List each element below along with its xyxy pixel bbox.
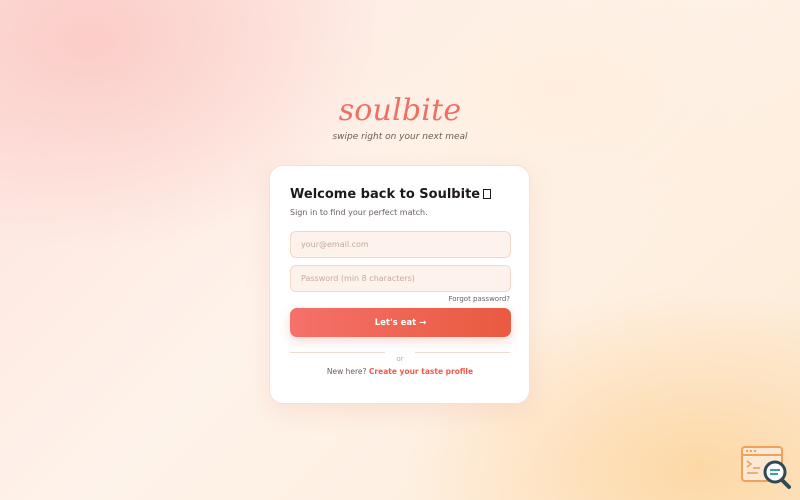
tagline: swipe right on your next meal bbox=[332, 132, 468, 142]
create-profile-link[interactable]: Create your taste profile bbox=[369, 367, 473, 376]
logo: soulbite bbox=[338, 93, 462, 128]
divider-line-left bbox=[290, 352, 385, 353]
brand-header: soulbite swipe right on your next meal bbox=[0, 92, 800, 142]
search-code-icon bbox=[741, 446, 791, 489]
submit-button[interactable]: Let's eat → bbox=[290, 308, 511, 337]
login-card: Welcome back to Soulbite Sign in to find… bbox=[269, 165, 530, 404]
card-title: Welcome back to Soulbite bbox=[290, 186, 510, 204]
password-field[interactable] bbox=[290, 265, 511, 292]
divider-label: or bbox=[396, 355, 404, 363]
or-divider: or bbox=[290, 346, 510, 363]
divider-line-right bbox=[415, 352, 510, 353]
signup-row: New here? Create your taste profile bbox=[290, 367, 510, 376]
forgot-password-link[interactable]: Forgot password? bbox=[290, 295, 510, 303]
email-field[interactable] bbox=[290, 231, 511, 258]
signup-prompt: New here? bbox=[326, 367, 367, 376]
card-subtitle: Sign in to find your perfect match. bbox=[290, 208, 428, 217]
card-title-text: Welcome back to Soulbite bbox=[290, 187, 481, 202]
emoji-placeholder-icon bbox=[483, 189, 492, 199]
